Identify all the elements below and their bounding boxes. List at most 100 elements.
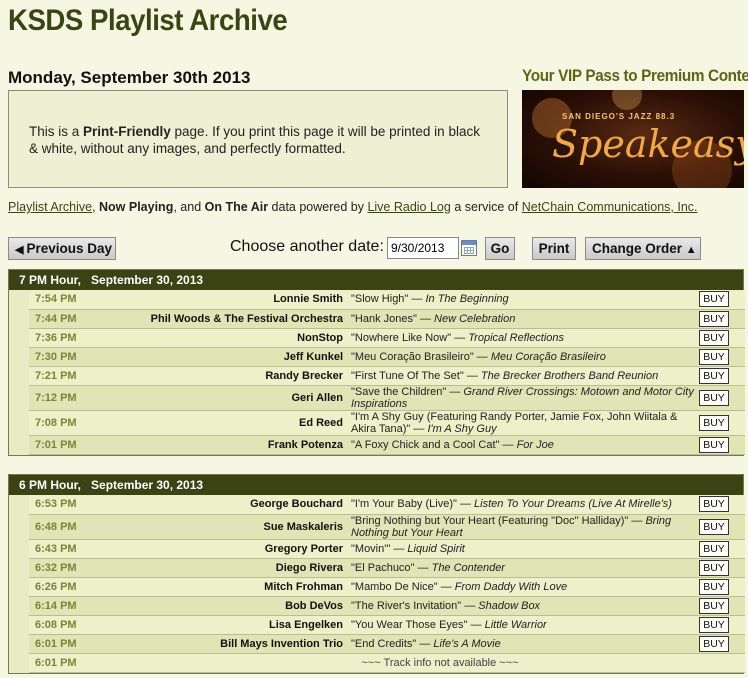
credits-line: Playlist Archive, Now Playing, and On Th… — [8, 200, 744, 214]
track-song: "Mambo De Nice" — From Daddy With Love — [351, 577, 699, 597]
date-input[interactable] — [387, 237, 459, 259]
track-time: 6:53 PM — [29, 495, 135, 515]
live-radio-log-link[interactable]: Live Radio Log — [367, 200, 450, 214]
track-song: "I'm A Shy Guy (Featuring Randy Porter, … — [351, 410, 699, 436]
track-time: 7:12 PM — [29, 385, 135, 411]
buy-button[interactable]: BUY — [699, 635, 729, 652]
track-time: 6:08 PM — [29, 615, 135, 635]
hour-label: 7 PM Hour, — [19, 273, 82, 287]
netchain-link[interactable]: NetChain Communications, Inc. — [522, 200, 698, 214]
track-info-unavailable: ~~~ Track info not available ~~~ — [135, 653, 745, 673]
track-row: 6:53 PM George Bouchard "I'm Your Baby (… — [29, 495, 745, 515]
song-title: "Nowhere Like Now" — [351, 331, 452, 344]
buy-button[interactable]: BUY — [699, 414, 729, 431]
track-artist: Phil Woods & The Festival Orchestra — [135, 309, 351, 329]
song-title: "I'm A Shy Guy (Featuring Randy Porter, … — [351, 410, 678, 435]
buy-button[interactable]: BUY — [699, 436, 729, 453]
credits-text: a service of — [450, 200, 522, 214]
buy-button[interactable]: BUY — [699, 540, 729, 557]
track-row: 6:48 PM Sue Maskaleris "Bring Nothing bu… — [29, 514, 745, 540]
track-row: 6:43 PM Gregory Porter "Movin'" — Liquid… — [29, 539, 745, 559]
song-title: "Hank Jones" — [351, 312, 417, 325]
track-row: 7:36 PM NonStop "Nowhere Like Now" — Tro… — [29, 328, 745, 348]
track-row: 7:08 PM Ed Reed "I'm A Shy Guy (Featurin… — [29, 410, 745, 436]
track-song: "Slow High" — In The Beginning — [351, 290, 699, 310]
track-artist: Lonnie Smith — [135, 290, 351, 310]
song-title: "Meu Coração Brasileiro" — [351, 350, 474, 363]
track-song: "A Foxy Chick and a Cool Cat" — For Joe — [351, 435, 699, 455]
buy-cell: BUY — [699, 634, 745, 654]
go-button[interactable]: Go — [485, 237, 515, 260]
track-song: "Hank Jones" — New Celebration — [351, 309, 699, 329]
song-title: "Bring Nothing but Your Heart (Featuring… — [351, 514, 629, 527]
album-title: The Contender — [431, 561, 505, 574]
track-time: 7:21 PM — [29, 366, 135, 386]
track-artist: Jeff Kunkel — [135, 347, 351, 367]
track-song: "Nowhere Like Now" — Tropical Reflection… — [351, 328, 699, 348]
buy-cell: BUY — [699, 615, 745, 635]
playlist-archive-link[interactable]: Playlist Archive — [8, 200, 92, 214]
buy-button[interactable]: BUY — [699, 597, 729, 614]
album-title: Life's A Movie — [433, 637, 501, 650]
album-title: I'm A Shy Guy — [427, 422, 497, 435]
buy-cell: BUY — [699, 347, 745, 367]
calendar-icon[interactable] — [461, 240, 477, 256]
buy-cell: BUY — [699, 514, 745, 540]
credits-text: data powered by — [268, 200, 368, 214]
track-row: 7:54 PM Lonnie Smith "Slow High" — In Th… — [29, 290, 745, 310]
print-button[interactable]: Print — [532, 237, 576, 260]
track-song: "Movin'" — Liquid Spirit — [351, 539, 699, 559]
track-artist: Diego Rivera — [135, 558, 351, 578]
song-title: "Mambo De Nice" — [351, 580, 438, 593]
song-title: "A Foxy Chick and a Cool Cat" — [351, 438, 500, 451]
track-row: 6:14 PM Bob DeVos "The River's Invitatio… — [29, 596, 745, 616]
track-row: 7:44 PM Phil Woods & The Festival Orches… — [29, 309, 745, 329]
triangle-left-icon: ◀ — [15, 244, 24, 256]
track-time: 6:48 PM — [29, 514, 135, 540]
album-title: Shadow Box — [478, 599, 541, 612]
buy-button[interactable]: BUY — [699, 367, 729, 384]
track-artist: Sue Maskaleris — [135, 514, 351, 540]
banner-tagline: SAN DIEGO'S JAZZ 88.3 — [562, 112, 676, 121]
buy-button[interactable]: BUY — [699, 578, 729, 595]
track-time: 6:43 PM — [29, 539, 135, 559]
track-artist: Ed Reed — [135, 410, 351, 436]
buy-cell: BUY — [699, 290, 745, 310]
track-time: 7:44 PM — [29, 309, 135, 329]
hour-header: 7 PM Hour, September 30, 2013 — [9, 270, 743, 290]
buy-button[interactable]: BUY — [699, 496, 729, 513]
buy-button[interactable]: BUY — [699, 616, 729, 633]
track-row: 6:08 PM Lisa Engelken "You Wear Those Ey… — [29, 615, 745, 635]
track-row: 6:26 PM Mitch Frohman "Mambo De Nice" — … — [29, 577, 745, 597]
track-artist: Gregory Porter — [135, 539, 351, 559]
track-artist: George Bouchard — [135, 495, 351, 515]
track-time: 6:14 PM — [29, 596, 135, 616]
buy-button[interactable]: BUY — [699, 389, 729, 406]
track-artist: Bill Mays Invention Trio — [135, 634, 351, 654]
track-artist: NonStop — [135, 328, 351, 348]
buy-button[interactable]: BUY — [699, 518, 729, 535]
song-title: "El Pachuco" — [351, 561, 415, 574]
date-heading: Monday, September 30th 2013 — [8, 68, 251, 87]
track-song: "Bring Nothing but Your Heart (Featuring… — [351, 514, 699, 540]
track-song: "You Wear Those Eyes" — Little Warrior — [351, 615, 699, 635]
change-order-button[interactable]: Change Order ▲ — [585, 237, 701, 260]
on-the-air-text: On The Air — [204, 200, 269, 214]
choose-date-label: Choose another date: — [230, 238, 384, 255]
track-time: 7:36 PM — [29, 328, 135, 348]
track-song: "I'm Your Baby (Live)" — Listen To Your … — [351, 495, 699, 515]
buy-cell: BUY — [699, 385, 745, 411]
hour-date: September 30, 2013 — [91, 273, 204, 287]
album-title: In The Beginning — [425, 293, 509, 306]
banner-bokeh — [612, 90, 642, 110]
speakeasy-banner[interactable]: SAN DIEGO'S JAZZ 88.3 Speakeasy — [522, 90, 744, 188]
buy-button[interactable]: BUY — [699, 310, 729, 327]
site-title: KSDS Playlist Archive — [8, 4, 288, 37]
buy-button[interactable]: BUY — [699, 329, 729, 346]
buy-button[interactable]: BUY — [699, 348, 729, 365]
previous-day-button[interactable]: ◀ Previous Day — [8, 237, 116, 260]
track-song: "End Credits" — Life's A Movie — [351, 634, 699, 654]
track-row: 7:12 PM Geri Allen "Save the Children" —… — [29, 385, 745, 411]
buy-button[interactable]: BUY — [699, 291, 729, 308]
buy-button[interactable]: BUY — [699, 559, 729, 576]
